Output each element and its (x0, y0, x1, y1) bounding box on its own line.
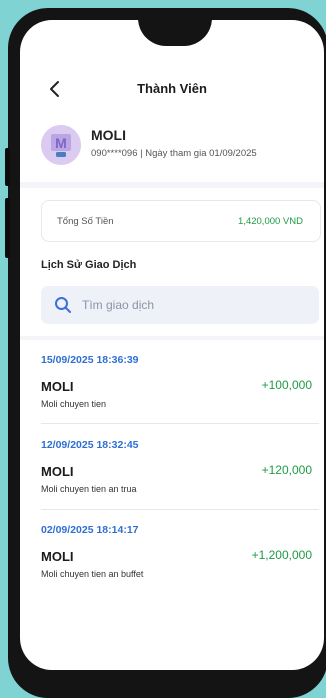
transaction-note: Moli chuyen tien an buffet (41, 569, 144, 579)
camera-notch (138, 20, 212, 46)
search-field[interactable]: Tìm giao dịch (41, 286, 319, 324)
divider (41, 509, 319, 510)
avatar-letter: M (55, 135, 67, 151)
app-screen: Thành Viên M MOLI 090****096 | Ngày tham… (20, 20, 324, 670)
page-title: Thành Viên (137, 81, 207, 96)
transaction-item[interactable]: 15/09/2025 18:36:39 MOLI +100,000 Moli c… (20, 354, 324, 440)
avatar: M (41, 125, 81, 165)
search-placeholder: Tìm giao dịch (82, 298, 155, 312)
user-name: MOLI (91, 127, 126, 143)
side-button (5, 198, 10, 258)
transaction-amount: +1,200,000 (251, 548, 312, 562)
transaction-item[interactable]: 12/09/2025 18:32:45 MOLI +120,000 Moli c… (20, 439, 324, 525)
phone-frame: Thành Viên M MOLI 090****096 | Ngày tham… (5, 8, 326, 698)
transaction-note: Moli chuyen tien (41, 399, 107, 409)
side-button (5, 148, 10, 186)
history-title: Lịch Sử Giao Dịch (41, 259, 137, 271)
transaction-name: MOLI (41, 464, 74, 479)
balance-label: Tổng Số Tiền (57, 216, 114, 227)
transaction-date: 15/09/2025 18:36:39 (41, 354, 139, 366)
user-meta: 090****096 | Ngày tham gia 01/09/2025 (91, 148, 257, 159)
transaction-name: MOLI (41, 379, 74, 394)
section-separator (20, 336, 324, 340)
transaction-item[interactable]: 02/09/2025 18:14:17 MOLI +1,200,000 Moli… (20, 524, 324, 610)
transaction-date: 12/09/2025 18:32:45 (41, 439, 139, 451)
top-bar: Thành Viên (20, 75, 324, 109)
section-separator (20, 182, 324, 188)
balance-value: 1,420,000 VND (238, 216, 303, 227)
transaction-date: 02/09/2025 18:14:17 (41, 524, 139, 536)
search-icon (55, 297, 71, 313)
divider (41, 423, 319, 424)
avatar-icon: M (41, 125, 81, 165)
transaction-note: Moli chuyen tien an trua (41, 484, 137, 494)
transaction-amount: +120,000 (261, 463, 312, 477)
transaction-amount: +100,000 (261, 378, 312, 392)
balance-card: Tổng Số Tiền 1,420,000 VND (41, 200, 321, 242)
transaction-name: MOLI (41, 549, 74, 564)
